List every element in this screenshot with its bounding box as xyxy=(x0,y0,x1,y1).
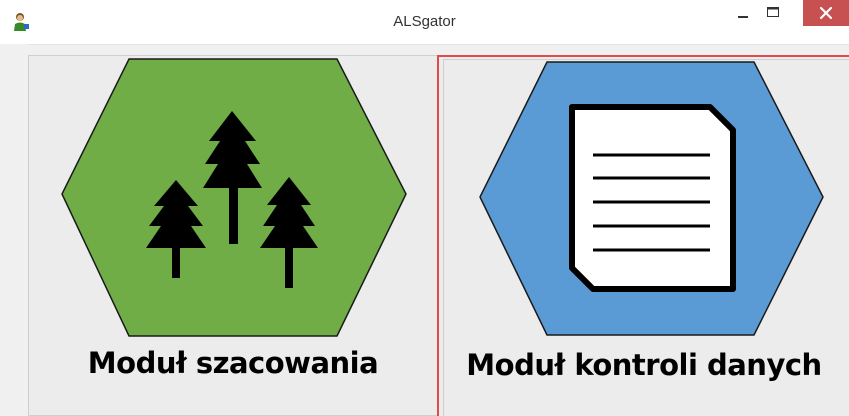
trees-icon xyxy=(61,58,407,337)
close-button[interactable] xyxy=(803,0,849,26)
module-data-control-label: Moduł kontroli danych xyxy=(466,348,822,382)
main-window: ALSgator Moduł szacowania Moduł kontroli… xyxy=(0,0,849,416)
maximize-icon xyxy=(767,7,779,17)
document-icon xyxy=(479,61,824,336)
minimize-icon xyxy=(738,16,748,18)
module-estimation-label: Moduł szacowania xyxy=(87,346,379,380)
window-margin xyxy=(0,44,28,416)
module-estimation-button[interactable]: Moduł szacowania xyxy=(28,55,438,416)
minimize-button[interactable] xyxy=(728,0,758,26)
close-icon xyxy=(819,6,833,20)
window-title: ALSgator xyxy=(393,13,456,30)
module-data-control-button[interactable]: Moduł kontroli danych xyxy=(437,55,849,416)
title-bar[interactable]: ALSgator xyxy=(0,0,849,45)
maximize-button[interactable] xyxy=(758,0,788,26)
